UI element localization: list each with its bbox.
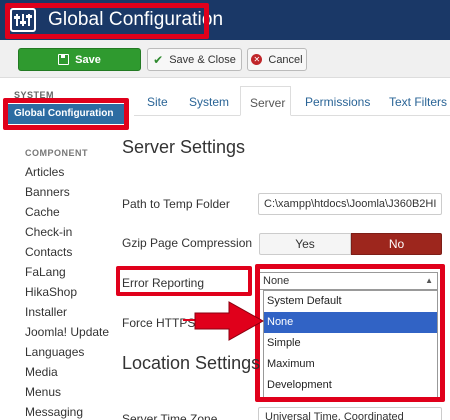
timezone-select[interactable]: Universal Time, Coordinated bbox=[258, 407, 442, 420]
save-close-button[interactable]: ✔ Save & Close bbox=[147, 48, 242, 71]
timezone-label: Server Time Zone bbox=[122, 412, 218, 420]
cancel-label: Cancel bbox=[268, 53, 303, 66]
temp-folder-label: Path to Temp Folder bbox=[122, 197, 230, 211]
sidebar-item-contacts[interactable]: Contacts bbox=[25, 245, 72, 259]
sidebar-item-menus[interactable]: Menus bbox=[25, 385, 61, 399]
sidebar-item-falang[interactable]: FaLang bbox=[25, 265, 66, 279]
sidebar-item-media[interactable]: Media bbox=[25, 365, 58, 379]
sidebar-component-heading: COMPONENT bbox=[25, 148, 88, 158]
gzip-yes-button[interactable]: Yes bbox=[259, 233, 351, 255]
temp-folder-input[interactable]: C:\xampp\htdocs\Joomla\J360B2HI bbox=[258, 193, 442, 215]
sidebar-item-languages[interactable]: Languages bbox=[25, 345, 84, 359]
sidebar-item-messaging[interactable]: Messaging bbox=[25, 405, 83, 419]
save-button[interactable]: Save bbox=[18, 48, 141, 71]
tabs-divider bbox=[134, 115, 450, 116]
check-icon: ✔ bbox=[153, 52, 164, 67]
highlight-sidebar-box bbox=[3, 98, 129, 130]
tab-permissions[interactable]: Permissions bbox=[305, 95, 370, 109]
sidebar-item-articles[interactable]: Articles bbox=[25, 165, 64, 179]
server-settings-heading: Server Settings bbox=[122, 137, 246, 157]
gzip-no-button[interactable]: No bbox=[351, 233, 442, 255]
sidebar-item-banners[interactable]: Banners bbox=[25, 185, 70, 199]
save-close-label: Save & Close bbox=[169, 53, 236, 66]
location-settings-heading: Location Settings bbox=[122, 353, 261, 373]
sidebar-item-hikashop[interactable]: HikaShop bbox=[25, 285, 77, 299]
sidebar-item-check-in[interactable]: Check-in bbox=[25, 225, 72, 239]
highlight-dropdown-box bbox=[255, 264, 445, 402]
cancel-button[interactable]: ✕ Cancel bbox=[247, 48, 307, 71]
highlight-error-label-box bbox=[116, 266, 252, 296]
save-icon bbox=[58, 54, 70, 65]
tab-system[interactable]: System bbox=[189, 95, 229, 109]
annotation-arrow-icon bbox=[183, 301, 265, 341]
sidebar-item-cache[interactable]: Cache bbox=[25, 205, 60, 219]
highlight-title-box bbox=[5, 3, 209, 39]
gzip-label: Gzip Page Compression bbox=[122, 236, 253, 250]
tab-text-filters[interactable]: Text Filters bbox=[389, 95, 447, 109]
save-button-label: Save bbox=[75, 53, 101, 66]
tab-site[interactable]: Site bbox=[147, 95, 168, 109]
sidebar-item-joomla-update[interactable]: Joomla! Update bbox=[25, 325, 109, 339]
tab-server[interactable]: Server bbox=[240, 86, 291, 116]
sidebar-item-installer[interactable]: Installer bbox=[25, 305, 67, 319]
cancel-icon: ✕ bbox=[251, 54, 263, 65]
